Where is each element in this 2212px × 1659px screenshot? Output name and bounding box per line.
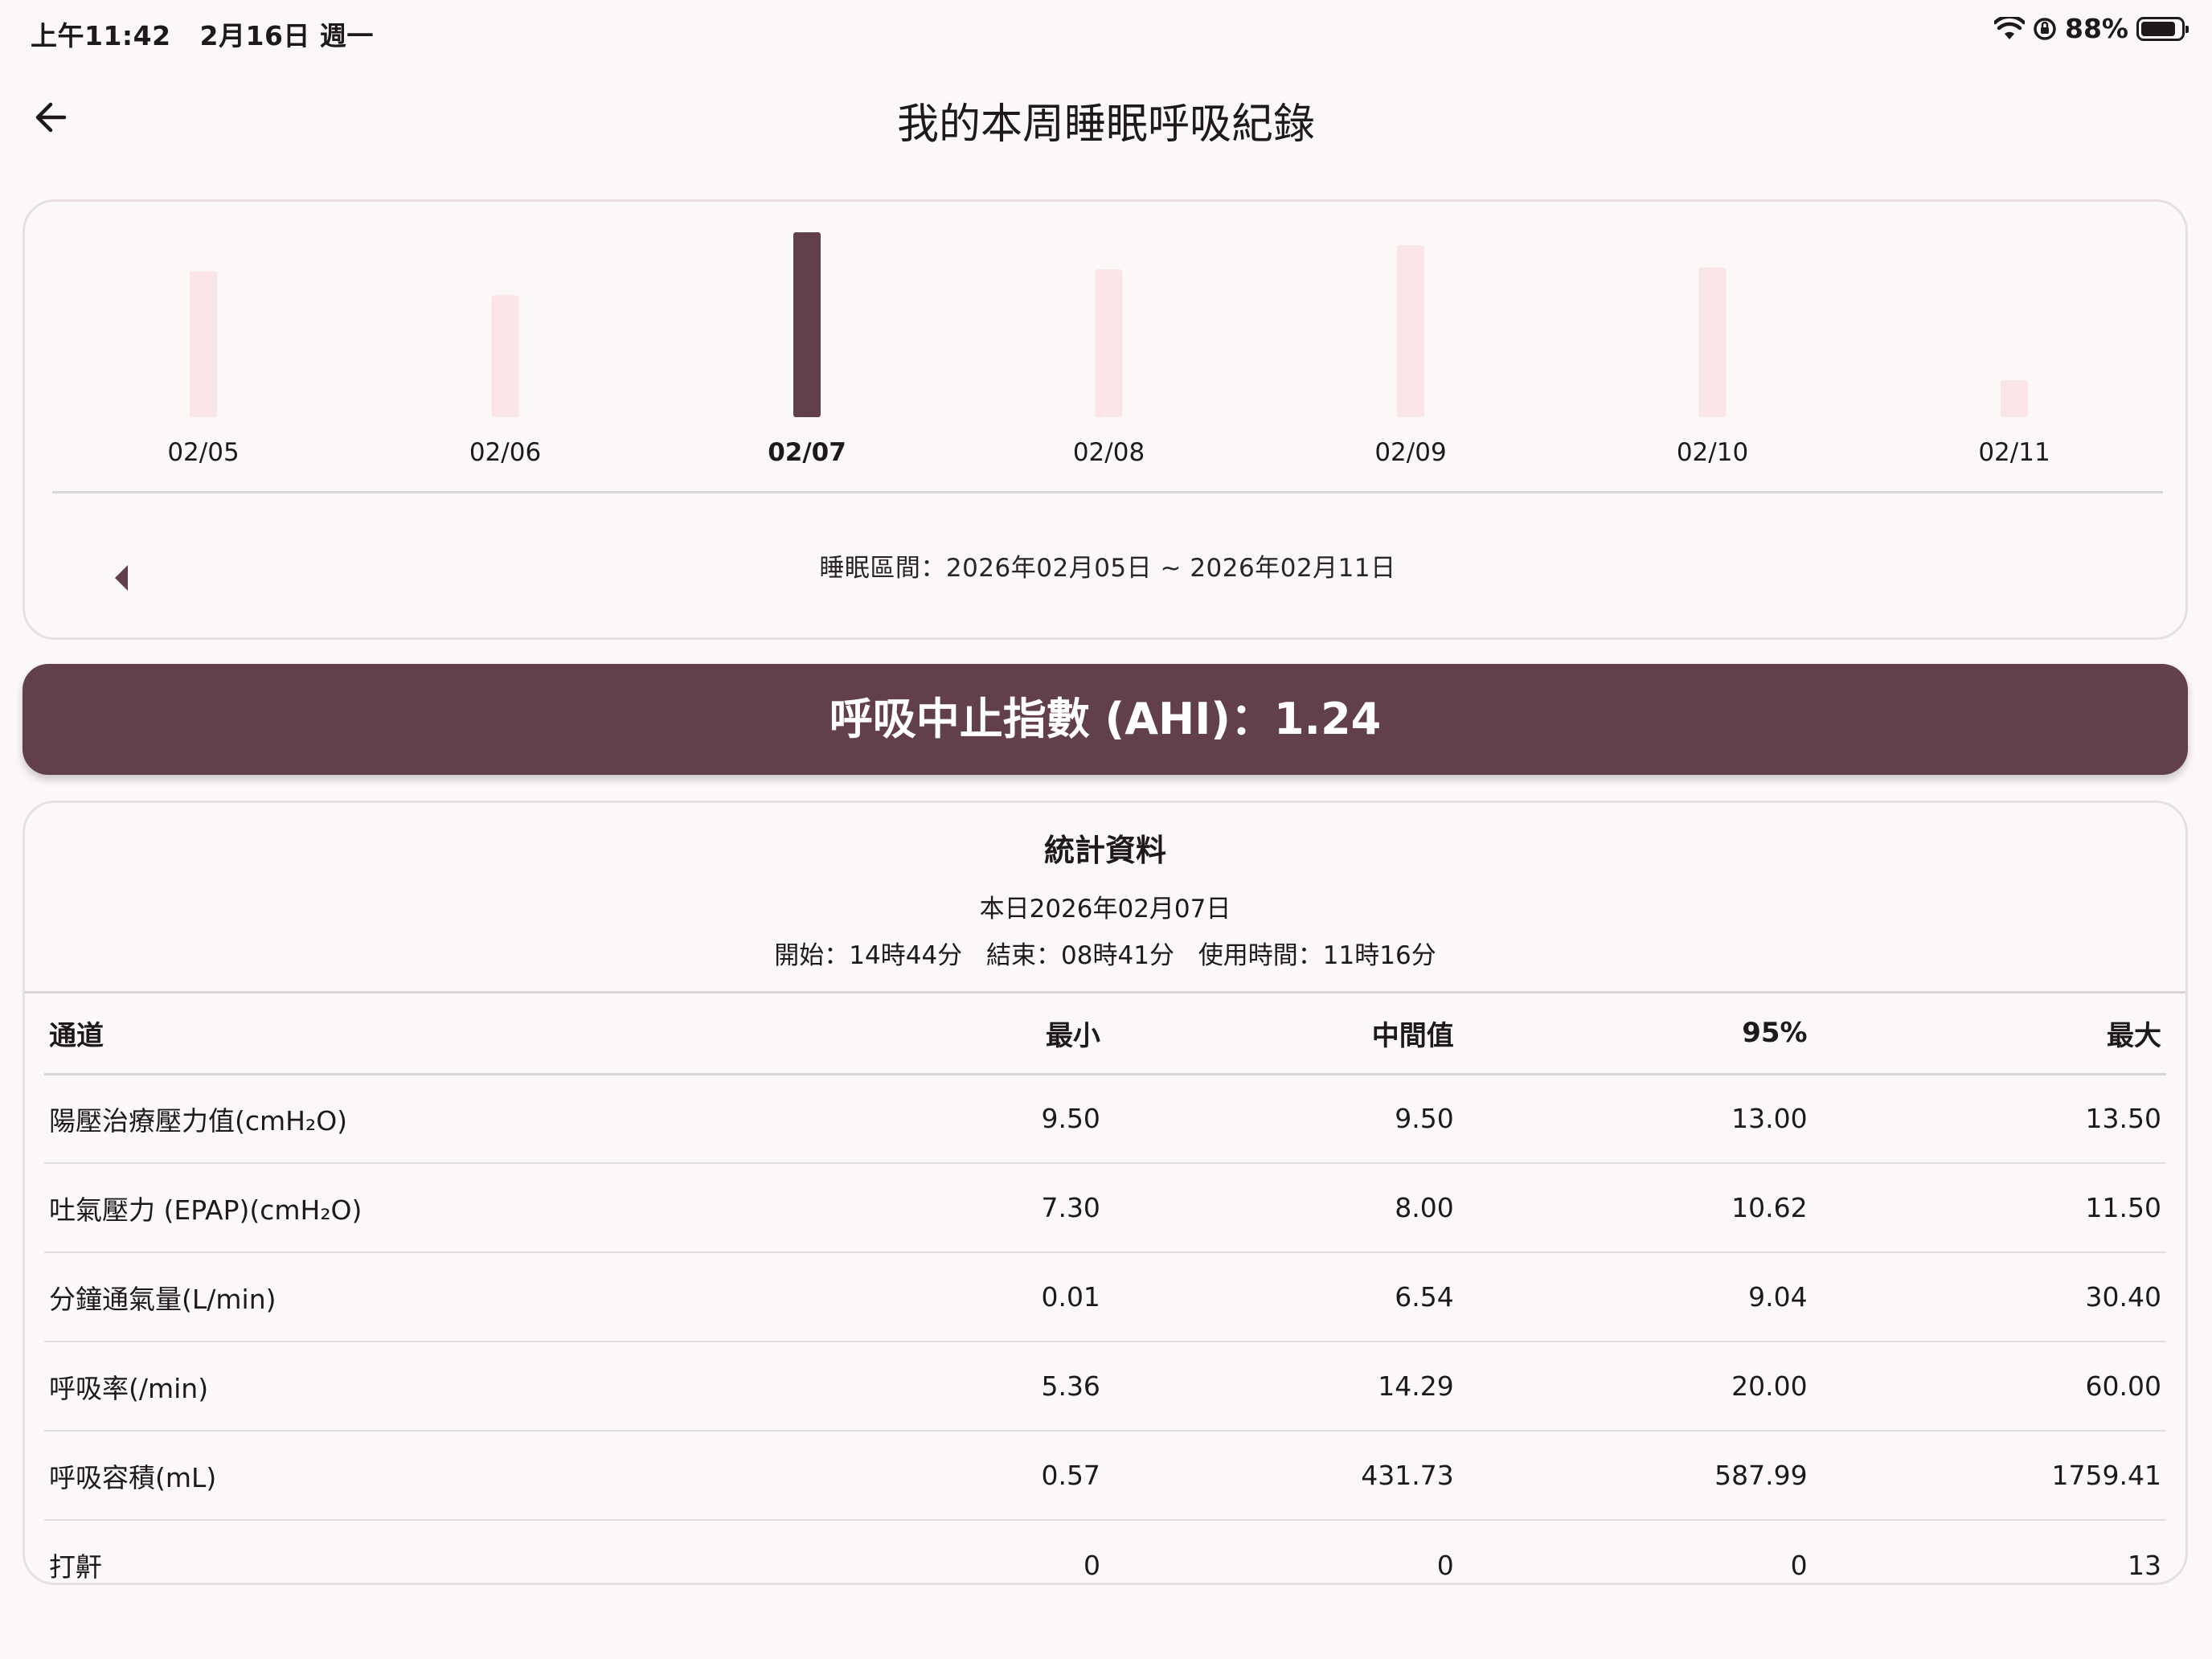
bar-02-05[interactable] <box>190 271 217 417</box>
cell-p95: 9.04 <box>1458 1252 1813 1342</box>
cell-median: 8.00 <box>1104 1163 1459 1253</box>
cell-min: 0.57 <box>752 1431 1105 1521</box>
cell-max: 13.50 <box>1812 1074 2166 1164</box>
stats-usage: 使用時間：11時16分 <box>1198 941 1436 970</box>
status-time: 上午11:42 <box>31 20 171 51</box>
cell-channel: 陽壓治療壓力值(cmH₂O) <box>44 1074 753 1164</box>
bar-label-02-09[interactable]: 02/09 <box>1374 438 1446 467</box>
cell-channel: 分鐘通氣量(L/min) <box>44 1252 753 1342</box>
bar-label-02-10[interactable]: 02/10 <box>1677 438 1748 467</box>
stats-times: 開始：14時44分 結束：08時41分 使用時間：11時16分 <box>25 935 2185 971</box>
cell-min: 5.36 <box>752 1342 1105 1432</box>
cell-max: 60.00 <box>1812 1342 2166 1432</box>
app-header: 我的本周睡眠呼吸紀錄 <box>0 77 2212 166</box>
cell-min: 9.50 <box>752 1074 1105 1164</box>
cell-min: 0.01 <box>752 1252 1105 1342</box>
weekly-bar-chart: 02/05 02/06 02/07 02/08 02/09 02/10 02/11 <box>167 232 2050 467</box>
status-bar-right: 88% <box>1986 13 2189 44</box>
table-header-row: 通道 最小 中間值 95% 最大 <box>44 993 2166 1075</box>
cell-max: 13 <box>2128 1549 2161 1581</box>
table-row: 呼吸容積(mL) 0.57 431.73 587.99 1759.41 <box>44 1431 2166 1521</box>
cell-median: 14.29 <box>1104 1342 1459 1432</box>
cell-median: 6.54 <box>1104 1252 1459 1342</box>
stats-card: 統計資料 本日2026年02月07日 開始：14時44分 結束：08時41分 使… <box>23 801 2188 1585</box>
cell-p95: 13.00 <box>1458 1074 1813 1164</box>
sleep-range-label: 睡眠區間：2026年02月05日 ~ 2026年02月11日 <box>819 554 1396 583</box>
header-p95: 95% <box>1458 993 1813 1075</box>
wifi-icon <box>1994 16 2025 39</box>
status-bar: 上午11:42 2月16日 週一 88% <box>0 0 2212 64</box>
table-row: 呼吸率(/min) 5.36 14.29 20.00 60.00 <box>44 1342 2166 1432</box>
cell-max: 11.50 <box>1812 1163 2166 1253</box>
bar-02-06[interactable] <box>491 295 519 417</box>
battery-percent: 88% <box>2065 13 2128 44</box>
page-title: 我的本周睡眠呼吸紀錄 <box>896 100 1315 149</box>
table-row: 陽壓治療壓力值(cmH₂O) 9.50 9.50 13.00 13.50 <box>44 1074 2166 1164</box>
cell-min: 0 <box>1083 1549 1100 1581</box>
orientation-lock-icon <box>2034 17 2056 40</box>
table-row: 吐氣壓力 (EPAP)(cmH₂O) 7.30 8.00 10.62 11.50 <box>44 1163 2166 1253</box>
weekly-chart-card: 02/05 02/06 02/07 02/08 02/09 02/10 02/11 睡眠區間… <box>23 199 2188 640</box>
cell-p95: 587.99 <box>1458 1431 1813 1521</box>
header-max: 最大 <box>1812 993 2166 1075</box>
cell-min: 7.30 <box>752 1163 1105 1253</box>
cell-max: 30.40 <box>1812 1252 2166 1342</box>
cell-median: 0 <box>1436 1549 1454 1581</box>
bar-label-02-11[interactable]: 02/11 <box>1978 438 2050 467</box>
header-channel: 通道 <box>44 993 753 1075</box>
battery-icon <box>2136 16 2189 41</box>
ahi-banner: 呼吸中止指數 (AHI)：1.24 <box>23 664 2188 775</box>
cell-max: 1759.41 <box>1812 1431 2166 1521</box>
table-row: 分鐘通氣量(L/min) 0.01 6.54 9.04 30.40 <box>44 1252 2166 1342</box>
battery-fill <box>2141 21 2176 36</box>
cell-channel: 呼吸率(/min) <box>44 1342 753 1432</box>
cell-p95: 0 <box>1790 1549 1808 1581</box>
header-min: 最小 <box>752 993 1105 1075</box>
cell-p95: 20.00 <box>1458 1342 1813 1432</box>
bar-02-10[interactable] <box>1698 267 1727 417</box>
stats-table: 通道 最小 中間值 95% 最大 陽壓治療壓力值(cmH₂O) 9.50 9.5… <box>44 993 2166 1583</box>
cell-p95: 10.62 <box>1458 1163 1813 1253</box>
stats-title: 統計資料 <box>1043 833 1166 868</box>
bar-02-11[interactable] <box>2001 380 2028 417</box>
status-date: 2月16日 週一 <box>199 20 374 51</box>
bar-label-02-07[interactable]: 02/07 <box>768 438 846 467</box>
cell-channel: 吐氣壓力 (EPAP)(cmH₂O) <box>44 1163 753 1253</box>
status-bar-left: 上午11:42 2月16日 週一 <box>31 14 393 53</box>
stats-end: 結束：08時41分 <box>986 941 1174 970</box>
bar-label-02-08[interactable]: 02/08 <box>1073 438 1145 467</box>
bar-02-07[interactable] <box>793 232 821 417</box>
cell-channel: 呼吸容積(mL) <box>44 1431 753 1521</box>
bar-label-02-05[interactable]: 02/05 <box>167 438 239 467</box>
stats-start: 開始：14時44分 <box>774 941 963 970</box>
table-row: 打鼾 0 0 0 13 <box>44 1520 2166 1583</box>
bar-02-09[interactable] <box>1397 245 1424 417</box>
stats-date: 本日2026年02月07日 <box>979 895 1231 924</box>
cell-median: 431.73 <box>1104 1431 1459 1521</box>
header-median: 中間值 <box>1104 993 1459 1075</box>
cell-median: 9.50 <box>1104 1074 1459 1164</box>
cell-channel: 打鼾 <box>49 1551 102 1583</box>
bar-label-02-06[interactable]: 02/06 <box>469 438 541 467</box>
bar-02-08[interactable] <box>1095 269 1123 417</box>
chart-divider <box>52 491 2163 494</box>
